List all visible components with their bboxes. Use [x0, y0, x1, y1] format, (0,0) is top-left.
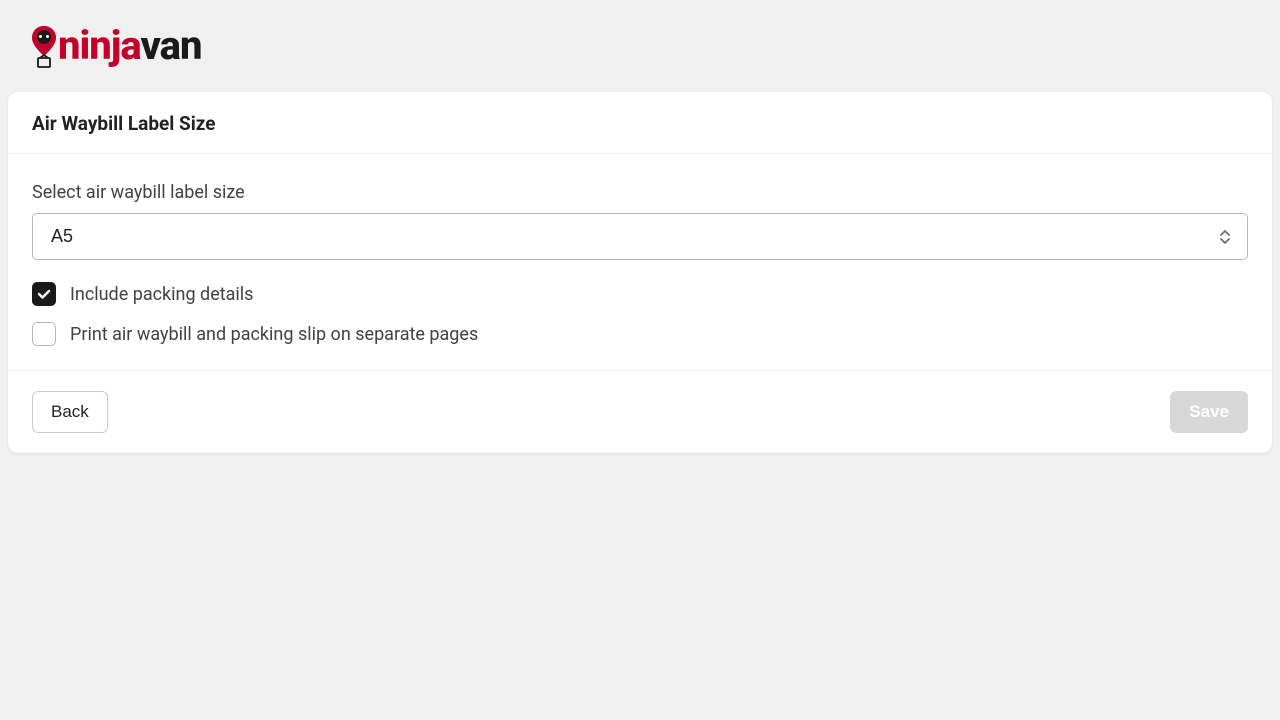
checkbox-separate-pages-label: Print air waybill and packing slip on se…	[70, 324, 478, 345]
checkbox-separate-pages-box[interactable]	[32, 322, 56, 346]
back-button[interactable]: Back	[32, 391, 108, 433]
checkbox-separate-pages[interactable]: Print air waybill and packing slip on se…	[32, 322, 1248, 346]
card-header: Air Waybill Label Size	[8, 92, 1272, 154]
brand-logo: ninjavan	[30, 24, 1250, 68]
brand-wordmark: ninjavan	[58, 26, 201, 66]
label-size-select-button[interactable]: A5	[32, 213, 1248, 260]
card-body: Select air waybill label size A5 Include…	[8, 154, 1272, 370]
save-button[interactable]: Save	[1170, 391, 1248, 433]
page-header: ninjavan	[0, 0, 1280, 84]
label-size-select-label: Select air waybill label size	[32, 182, 1248, 203]
card-title: Air Waybill Label Size	[32, 112, 1248, 135]
logo-pin-icon	[30, 24, 58, 68]
checkbox-include-packing-box[interactable]	[32, 282, 56, 306]
card-footer: Back Save	[8, 370, 1272, 453]
checkbox-include-packing[interactable]: Include packing details	[32, 282, 1248, 306]
settings-card: Air Waybill Label Size Select air waybil…	[8, 92, 1272, 453]
checkbox-include-packing-label: Include packing details	[70, 284, 253, 305]
label-size-select[interactable]: A5	[32, 213, 1248, 260]
